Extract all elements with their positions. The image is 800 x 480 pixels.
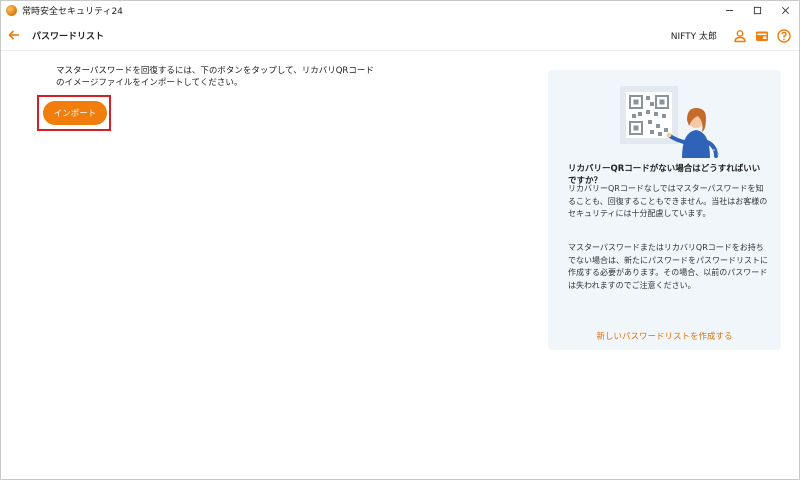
user-icon (734, 29, 746, 42)
app-logo-icon (6, 5, 17, 16)
maximize-button[interactable] (743, 1, 771, 20)
qr-support-illustration (620, 86, 719, 158)
card-paragraph-1: リカバリーQRコードなしではマスターパスワードを知ることも、回復することもできま… (568, 184, 768, 218)
import-button[interactable]: インポート (43, 101, 107, 125)
app-window: 常時安全セキュリティ24 パスワードリスト NIFTY 太郎 マスターパスワード… (0, 0, 800, 480)
back-button[interactable] (8, 28, 22, 42)
wallet-button[interactable] (755, 29, 769, 43)
question-icon (777, 28, 791, 43)
close-button[interactable] (771, 1, 799, 20)
card-paragraph-2: マスターパスワードまたはリカバリQRコードをお持ちでない場合は、新たにパスワード… (568, 243, 768, 290)
arrow-left-icon (8, 30, 19, 40)
main-content: マスターパスワードを回復するには、下のボタンをタップして、リカバリQRコードのイ… (1, 52, 799, 479)
create-new-list-link[interactable]: 新しいパスワードリストを作成する (548, 330, 781, 342)
page-title: パスワードリスト (32, 31, 105, 42)
import-instruction: マスターパスワードを回復するには、下のボタンをタップして、リカバリQRコードのイ… (56, 66, 374, 88)
title-bar[interactable]: 常時安全セキュリティ24 (1, 1, 799, 20)
app-header: パスワードリスト NIFTY 太郎 (1, 20, 799, 51)
window-title: 常時安全セキュリティ24 (22, 7, 123, 17)
wallet-icon (756, 31, 768, 41)
minimize-button[interactable] (715, 1, 743, 20)
user-name: NIFTY 太郎 (670, 32, 717, 42)
header-actions: NIFTY 太郎 (671, 20, 791, 51)
account-button[interactable] (733, 29, 747, 43)
maximize-icon (753, 6, 761, 15)
minimize-icon (725, 10, 733, 11)
window-controls (715, 1, 799, 20)
close-icon (781, 7, 789, 14)
recovery-info-card: リカバリーQRコードがない場合はどうすればいいですか？ リカバリーQRコードなし… (548, 70, 781, 350)
help-button[interactable] (777, 28, 791, 43)
